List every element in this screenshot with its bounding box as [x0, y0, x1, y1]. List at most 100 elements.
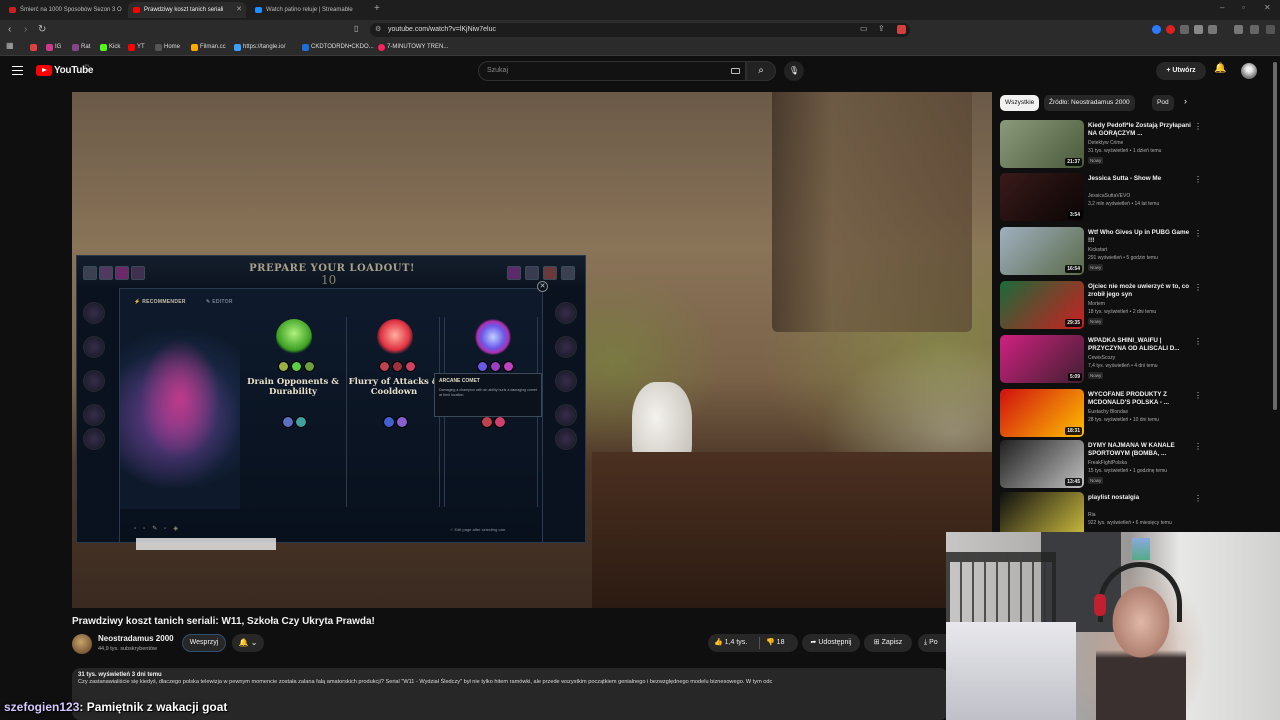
more-options-icon[interactable]: ⋮: [1194, 229, 1202, 238]
search-input[interactable]: Szukaj: [478, 61, 746, 81]
video-thumbnail[interactable]: 16:54: [1000, 227, 1084, 275]
tab-recommender[interactable]: ⚡ RECOMMENDER: [134, 299, 186, 305]
close-window-icon[interactable]: ✕: [1264, 3, 1271, 12]
recommendation-channel[interactable]: FreakFightPolska: [1088, 460, 1127, 466]
recommendation-title[interactable]: Kiedy Pedofi*le Zostają Przyłapani NA GO…: [1088, 122, 1196, 138]
recommendation-channel[interactable]: Mortem: [1088, 301, 1105, 307]
page-scrollbar[interactable]: [1273, 62, 1277, 410]
extension-icon[interactable]: [1152, 25, 1161, 34]
video-thumbnail[interactable]: 5:09: [1000, 335, 1084, 383]
share-page-icon[interactable]: ⇪: [878, 24, 885, 33]
rune-option-2[interactable]: Flurry of Attacks & Cooldown: [346, 317, 440, 507]
bookmark-page-icon[interactable]: ▯: [354, 24, 358, 33]
new-tab-button[interactable]: +: [374, 3, 380, 14]
bookmark-item[interactable]: YT: [128, 42, 145, 53]
recommendation-item[interactable]: 5:09 WPADKA SHINI_WAIFU | PRZYCZYNA OD AL…: [1000, 335, 1270, 385]
recommendation-title[interactable]: Jessica Sutta - Show Me: [1088, 175, 1196, 183]
minimize-icon[interactable]: –: [1220, 3, 1224, 12]
recommendation-item[interactable]: 13:45 DYMY NAJMANA W KANALE SPORTOWYM (BO…: [1000, 440, 1270, 490]
channel-avatar[interactable]: [72, 634, 92, 654]
browser-tab[interactable]: Watch patino reluje | Streamable: [250, 2, 368, 18]
more-options-icon[interactable]: ⋮: [1194, 337, 1202, 346]
recommendation-title[interactable]: Wtf Who Gives Up in PUBG Game !!!: [1088, 229, 1196, 245]
recommendation-title[interactable]: WPADKA SHINI_WAIFU | PRZYCZYNA OD ALISCA…: [1088, 337, 1196, 353]
download-icon[interactable]: [1208, 25, 1217, 34]
like-button[interactable]: 👍 1,4 tys.: [714, 634, 747, 652]
recommendation-item[interactable]: 3:54 Jessica Sutta - Show Me JessicaSuttaV…: [1000, 173, 1270, 223]
site-info-icon[interactable]: ⚙: [375, 23, 381, 37]
recommendation-channel[interactable]: Eustachy Blondas: [1088, 409, 1128, 415]
extensions-puzzle-icon[interactable]: [1194, 25, 1203, 34]
reload-icon[interactable]: ↻: [38, 24, 46, 35]
more-options-icon[interactable]: ⋮: [1194, 494, 1202, 503]
profile-icon[interactable]: [1250, 25, 1259, 34]
extension-icon[interactable]: [1180, 25, 1189, 34]
recommendation-item[interactable]: 29:35 Ojciec nie może uwierzyć w to, co z…: [1000, 281, 1270, 331]
video-thumbnail[interactable]: 3:54: [1000, 173, 1084, 221]
recommendation-title[interactable]: Ojciec nie może uwierzyć w to, co zrobił…: [1088, 283, 1196, 299]
notifications-bell-icon[interactable]: 🔔: [1214, 63, 1226, 74]
recommendation-item[interactable]: 18:31 WYCOFANE PRODUKTY Z MCDONALD'S POLS…: [1000, 389, 1270, 439]
rune-option-1[interactable]: Drain Opponents & Durability: [246, 317, 340, 507]
more-options-icon[interactable]: ⋮: [1194, 122, 1202, 131]
more-options-icon[interactable]: ⋮: [1194, 283, 1202, 292]
back-icon[interactable]: ‹: [8, 24, 11, 35]
tab-editor[interactable]: ✎ EDITOR: [206, 299, 233, 305]
bookmark-item[interactable]: Rat: [72, 42, 90, 53]
apps-grid-icon[interactable]: ▦: [6, 41, 14, 50]
browser-tab[interactable]: Śmierć na 1000 Sposobów Sezon 3 O: [4, 2, 126, 18]
recommendation-item[interactable]: 16:54 Wtf Who Gives Up in PUBG Game !!! Ki…: [1000, 227, 1270, 277]
maximize-icon[interactable]: ▫: [1242, 3, 1245, 12]
bookmark-item[interactable]: CKDTODRDN•CKDO...: [302, 42, 374, 53]
recommendation-channel[interactable]: Kickstart: [1088, 247, 1107, 253]
voice-search-button[interactable]: 🎙: [784, 61, 804, 81]
recommendation-channel[interactable]: Detektyw Crime: [1088, 140, 1123, 146]
media-icon[interactable]: [1234, 25, 1243, 34]
chip-source[interactable]: Źródło: Neostradamus 2000: [1044, 95, 1135, 111]
chevron-right-icon[interactable]: ›: [1184, 96, 1187, 106]
video-thumbnail[interactable]: 18:31: [1000, 389, 1084, 437]
editor-tool-icons[interactable]: ▫▫✎▫◈: [134, 525, 185, 532]
share-button[interactable]: ➦ Udostępnij: [802, 634, 860, 652]
more-options-icon[interactable]: ⋮: [1194, 442, 1202, 451]
keyboard-icon[interactable]: [731, 68, 740, 74]
cast-icon[interactable]: ▭: [860, 24, 868, 33]
browser-tab-active[interactable]: Prawdziwy koszt tanich seriali ✕: [128, 2, 246, 18]
bookmark-item[interactable]: https://tangle.io/: [234, 42, 285, 53]
dislike-button[interactable]: 👎 18: [766, 634, 784, 652]
address-bar[interactable]: ⚙ youtube.com/watch?v=lKjNiw7eluc: [370, 23, 910, 37]
subscription-bell-button[interactable]: 🔔 ⌄: [232, 634, 264, 652]
recommendation-title[interactable]: WYCOFANE PRODUKTY Z MCDONALD'S POLSKA - …: [1088, 391, 1196, 407]
bookmark-item[interactable]: Home: [155, 42, 180, 53]
recommendation-channel[interactable]: CewisScozy: [1088, 355, 1115, 361]
search-button[interactable]: ⌕: [746, 61, 776, 81]
support-button[interactable]: Wesprzyj: [182, 634, 226, 652]
save-button[interactable]: ⊞ Zapisz: [864, 634, 912, 652]
chip-related[interactable]: Pod: [1152, 95, 1174, 111]
hamburger-menu-icon[interactable]: [12, 66, 23, 75]
video-thumbnail[interactable]: 21:37: [1000, 120, 1084, 168]
tab-close-icon[interactable]: ✕: [236, 2, 242, 18]
chip-all[interactable]: Wszystkie: [1000, 95, 1040, 111]
close-loadout-icon[interactable]: ✕: [537, 281, 548, 292]
more-options-icon[interactable]: ⋮: [1194, 391, 1202, 400]
recommendation-channel[interactable]: JessicaSuttaVEVO: [1088, 193, 1130, 199]
bookmark-item[interactable]: Kick: [100, 42, 120, 53]
record-extension-icon[interactable]: [1166, 25, 1175, 34]
recommendation-item[interactable]: 21:37 Kiedy Pedofi*le Zostają Przyłapani …: [1000, 120, 1270, 170]
channel-name[interactable]: Neostradamus 2000: [98, 634, 174, 643]
create-button[interactable]: + Utwórz: [1156, 62, 1206, 80]
bookmark-item[interactable]: Filman.cc: [191, 42, 226, 53]
bookmark-item[interactable]: 7-MINUTOWY TREN...: [378, 42, 448, 53]
menu-dots-icon[interactable]: [1266, 25, 1275, 34]
recommendation-title[interactable]: DYMY NAJMANA W KANALE SPORTOWYM (BOMBA, …: [1088, 442, 1196, 458]
video-thumbnail[interactable]: 29:35: [1000, 281, 1084, 329]
recommendation-title[interactable]: playlist nostalgia: [1088, 494, 1196, 502]
more-options-icon[interactable]: ⋮: [1194, 175, 1202, 184]
recommendation-channel[interactable]: Ria: [1088, 512, 1096, 518]
bookmark-item[interactable]: IG: [46, 42, 61, 53]
account-avatar[interactable]: [1241, 63, 1257, 79]
video-thumbnail[interactable]: 13:45: [1000, 440, 1084, 488]
youtube-logo-icon[interactable]: [36, 65, 52, 76]
forward-icon[interactable]: ›: [24, 24, 27, 35]
